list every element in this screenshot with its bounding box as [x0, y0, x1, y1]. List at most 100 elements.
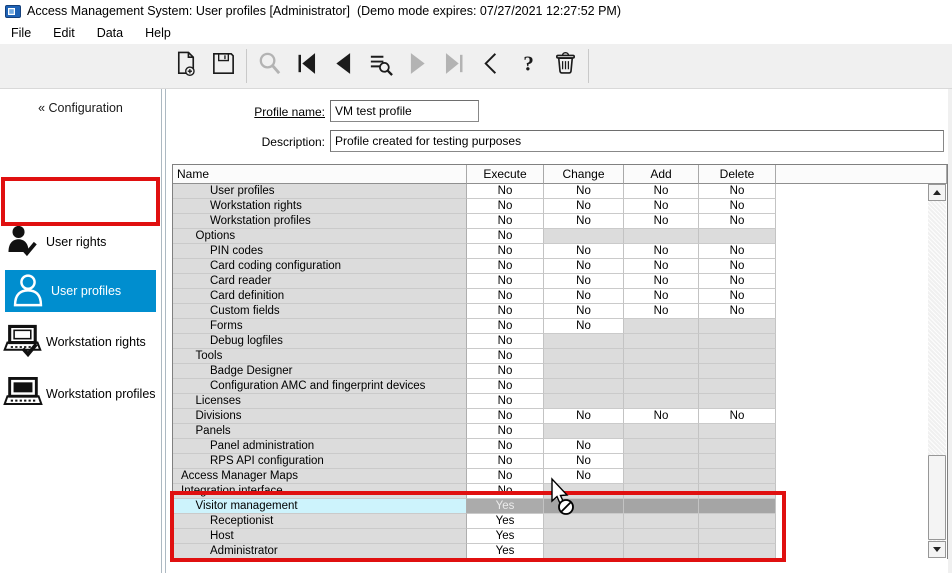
row-name-cell[interactable]: Debug logfiles	[173, 334, 467, 349]
row-name-cell[interactable]: Host	[173, 529, 467, 544]
permission-cell-add[interactable]: No	[624, 199, 699, 214]
permission-cell-execute[interactable]: No	[467, 289, 544, 304]
permission-cell-change[interactable]: No	[544, 304, 624, 319]
previous-record-button[interactable]	[325, 47, 362, 85]
table-row-host[interactable]: HostYes	[173, 529, 947, 544]
permission-cell-add[interactable]: No	[624, 259, 699, 274]
permission-cell-change[interactable]: No	[544, 244, 624, 259]
permission-cell-change[interactable]: No	[544, 214, 624, 229]
column-header-change[interactable]: Change	[544, 165, 624, 184]
permission-cell-execute[interactable]: No	[467, 439, 544, 454]
row-name-cell[interactable]: Access Manager Maps	[173, 469, 467, 484]
table-row-access-manager-maps[interactable]: Access Manager MapsNoNo	[173, 469, 947, 484]
permission-cell-change[interactable]: No	[544, 274, 624, 289]
table-row-panel-administration[interactable]: Panel administrationNoNo	[173, 439, 947, 454]
row-name-cell[interactable]: Card definition	[173, 289, 467, 304]
permission-cell-delete[interactable]: No	[699, 289, 776, 304]
column-header-add[interactable]: Add	[624, 165, 699, 184]
row-name-cell[interactable]: Administrator	[173, 544, 467, 559]
sidebar-item-user-rights[interactable]: User rights	[0, 217, 161, 267]
row-name-cell[interactable]: User profiles	[173, 184, 467, 199]
permission-cell-delete[interactable]: No	[699, 259, 776, 274]
permission-cell-delete[interactable]: No	[699, 274, 776, 289]
permission-cell-execute[interactable]: No	[467, 304, 544, 319]
permission-cell-execute[interactable]: No	[467, 259, 544, 274]
permission-cell-add[interactable]: No	[624, 289, 699, 304]
profile-name-input[interactable]	[330, 100, 479, 122]
row-name-cell[interactable]: Badge Designer	[173, 364, 467, 379]
table-row-tools[interactable]: ToolsNo	[173, 349, 947, 364]
permission-cell-execute[interactable]: No	[467, 319, 544, 334]
permission-cell-execute[interactable]: No	[467, 334, 544, 349]
permission-cell-change[interactable]: No	[544, 409, 624, 424]
table-row-user-profiles[interactable]: User profilesNoNoNoNo	[173, 184, 947, 199]
row-name-cell[interactable]: Configuration AMC and fingerprint device…	[173, 379, 467, 394]
column-header-delete[interactable]: Delete	[699, 165, 776, 184]
scroll-down-button[interactable]	[928, 541, 946, 558]
permission-cell-change[interactable]: No	[544, 319, 624, 334]
table-row-pin-codes[interactable]: PIN codesNoNoNoNo	[173, 244, 947, 259]
sidebar-item-user-profiles[interactable]: User profiles	[5, 270, 156, 312]
permission-cell-change[interactable]: No	[544, 439, 624, 454]
table-row-badge-designer[interactable]: Badge DesignerNo	[173, 364, 947, 379]
permission-cell-delete[interactable]: No	[699, 199, 776, 214]
permission-cell-add[interactable]: No	[624, 304, 699, 319]
save-button[interactable]	[205, 47, 242, 85]
menu-item-edit[interactable]: Edit	[42, 24, 86, 42]
permission-cell-add[interactable]: No	[624, 244, 699, 259]
permission-cell-change[interactable]: No	[544, 469, 624, 484]
permission-cell-execute[interactable]: No	[467, 409, 544, 424]
row-name-cell[interactable]: PIN codes	[173, 244, 467, 259]
permission-cell-delete[interactable]: No	[699, 409, 776, 424]
permission-cell-execute[interactable]: No	[467, 244, 544, 259]
table-row-administrator[interactable]: AdministratorYes	[173, 544, 947, 559]
permission-cell-add[interactable]: No	[624, 214, 699, 229]
table-row-workstation-profiles[interactable]: Workstation profilesNoNoNoNo	[173, 214, 947, 229]
table-row-receptionist[interactable]: ReceptionistYes	[173, 514, 947, 529]
permission-cell-change[interactable]: No	[544, 199, 624, 214]
table-row-rps-api-configuration[interactable]: RPS API configurationNoNo	[173, 454, 947, 469]
row-name-cell[interactable]: Receptionist	[173, 514, 467, 529]
row-name-cell[interactable]: Workstation profiles	[173, 214, 467, 229]
menu-item-file[interactable]: File	[0, 24, 42, 42]
description-input[interactable]	[330, 130, 944, 152]
permission-cell-delete[interactable]: No	[699, 184, 776, 199]
table-row-visitor-management[interactable]: Visitor managementYes	[173, 499, 947, 514]
row-name-cell[interactable]: Custom fields	[173, 304, 467, 319]
permission-cell-execute[interactable]: No	[467, 274, 544, 289]
row-name-cell[interactable]: Workstation rights	[173, 199, 467, 214]
permission-cell-delete[interactable]: No	[699, 244, 776, 259]
permission-cell-execute[interactable]: No	[467, 454, 544, 469]
permission-cell-change[interactable]: No	[544, 289, 624, 304]
row-name-cell[interactable]: Panels	[173, 424, 467, 439]
table-row-integration-interface[interactable]: Integration interfaceNo	[173, 484, 947, 499]
table-row-configuration-amc-and-fingerprint-devices[interactable]: Configuration AMC and fingerprint device…	[173, 379, 947, 394]
row-name-cell[interactable]: Visitor management	[173, 499, 467, 514]
scroll-up-button[interactable]	[928, 184, 946, 201]
row-name-cell[interactable]: Panel administration	[173, 439, 467, 454]
permission-cell-add[interactable]: No	[624, 184, 699, 199]
permission-cell-delete[interactable]: No	[699, 304, 776, 319]
table-row-divisions[interactable]: DivisionsNoNoNoNo	[173, 409, 947, 424]
column-header-execute[interactable]: Execute	[467, 165, 544, 184]
table-vertical-scrollbar[interactable]	[928, 184, 946, 558]
row-name-cell[interactable]: Divisions	[173, 409, 467, 424]
permission-cell-execute[interactable]: No	[467, 349, 544, 364]
permission-cell-execute[interactable]: No	[467, 364, 544, 379]
permission-cell-execute[interactable]: Yes	[467, 499, 544, 514]
sidebar-item-workstation-rights[interactable]: Workstation rights	[0, 317, 161, 367]
permission-cell-change[interactable]: No	[544, 454, 624, 469]
permission-cell-execute[interactable]: No	[467, 199, 544, 214]
table-row-card-coding-configuration[interactable]: Card coding configurationNoNoNoNo	[173, 259, 947, 274]
first-record-button[interactable]	[288, 47, 325, 85]
permission-cell-execute[interactable]: No	[467, 184, 544, 199]
permission-cell-execute[interactable]: No	[467, 469, 544, 484]
table-row-panels[interactable]: PanelsNo	[173, 424, 947, 439]
table-row-card-reader[interactable]: Card readerNoNoNoNo	[173, 274, 947, 289]
row-name-cell[interactable]: Licenses	[173, 394, 467, 409]
permission-cell-change[interactable]: No	[544, 259, 624, 274]
scrollbar-thumb[interactable]	[928, 455, 946, 540]
row-name-cell[interactable]: Options	[173, 229, 467, 244]
permission-cell-execute[interactable]: Yes	[467, 514, 544, 529]
permission-cell-delete[interactable]: No	[699, 214, 776, 229]
